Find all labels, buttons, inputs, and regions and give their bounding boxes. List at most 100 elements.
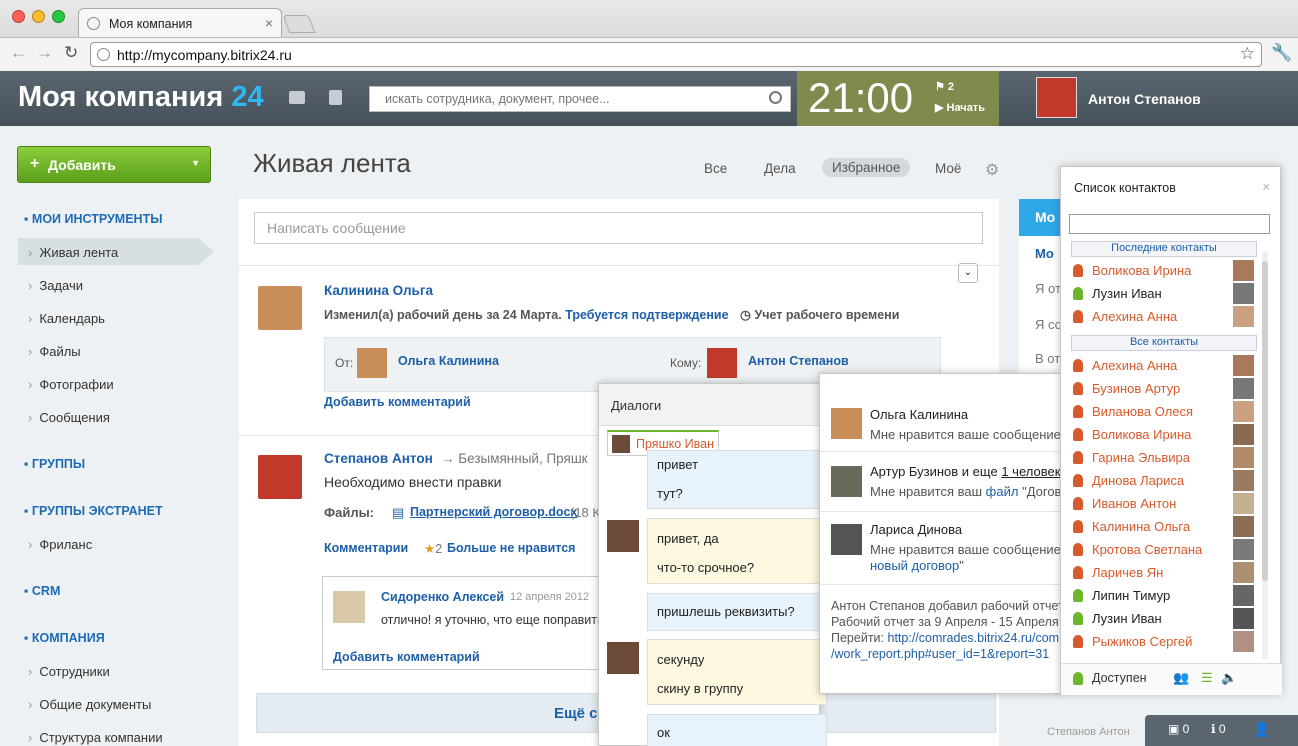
contact-row[interactable]: Гарина Эльвира bbox=[1073, 447, 1268, 469]
user-name[interactable]: Антон Степанов bbox=[1088, 91, 1201, 107]
contact-row[interactable]: Лузин Иван bbox=[1073, 283, 1268, 305]
chevron-down-icon[interactable]: ▼ bbox=[191, 158, 200, 168]
list-icon[interactable]: ☰ bbox=[1201, 670, 1213, 686]
close-tab-icon[interactable]: × bbox=[265, 15, 273, 31]
add-comment-link[interactable]: Добавить комментарий bbox=[333, 650, 480, 664]
search-icon[interactable] bbox=[769, 91, 782, 104]
contact-row[interactable]: Динова Лариса bbox=[1073, 470, 1268, 492]
wrench-icon[interactable]: 🔧 bbox=[1271, 43, 1292, 63]
section-company[interactable]: ▪ КОМПАНИЯ bbox=[24, 631, 105, 645]
status-dropdown[interactable]: Доступен bbox=[1092, 671, 1147, 685]
contact-row[interactable]: Ларичев Ян bbox=[1073, 562, 1268, 584]
status-icon bbox=[1073, 672, 1083, 685]
minimize-window-button[interactable] bbox=[32, 10, 45, 23]
recent-contacts-header[interactable]: Последние контакты bbox=[1071, 241, 1257, 257]
close-icon[interactable]: × bbox=[1262, 179, 1270, 194]
tab-favorites[interactable]: Избранное bbox=[822, 158, 911, 177]
avatar bbox=[607, 520, 639, 552]
contact-name: Алехина Анна bbox=[1092, 309, 1178, 324]
sidebar-item-tasks[interactable]: Задачи bbox=[28, 278, 83, 293]
tab-mine[interactable]: Моё bbox=[935, 161, 961, 176]
status-icon bbox=[1073, 287, 1083, 300]
add-comment-link[interactable]: Добавить комментарий bbox=[324, 395, 471, 409]
tab-all[interactable]: Все bbox=[704, 161, 727, 176]
section-extranet[interactable]: ▪ ГРУППЫ ЭКСТРАНЕТ bbox=[24, 504, 163, 518]
star-icon[interactable]: ☆ bbox=[1240, 44, 1255, 64]
sidebar-item-freelance[interactable]: Фриланс bbox=[28, 537, 92, 552]
section-groups[interactable]: ▪ ГРУППЫ bbox=[24, 457, 85, 471]
work-clock[interactable]: 21:00 ⚑ 2 ▶ Начать bbox=[797, 71, 999, 126]
reload-icon[interactable]: ↻ bbox=[64, 43, 78, 63]
sidebar-item-docs[interactable]: Общие документы bbox=[28, 697, 151, 712]
comments-link[interactable]: Комментарии bbox=[324, 541, 408, 555]
all-contacts-header[interactable]: Все контакты bbox=[1071, 335, 1257, 351]
post-text: Изменил(а) рабочий день за 24 Марта. Тре… bbox=[324, 308, 900, 322]
section-tools[interactable]: ▪ МОИ ИНСТРУМЕНТЫ bbox=[24, 212, 162, 226]
tab-tasks[interactable]: Дела bbox=[764, 161, 796, 176]
contact-search-input[interactable] bbox=[1069, 214, 1270, 234]
post-author[interactable]: Калинина Ольга bbox=[324, 283, 433, 298]
sidebar-item-calendar[interactable]: Календарь bbox=[28, 311, 105, 326]
file-link[interactable]: Партнерский договор.docx bbox=[410, 505, 577, 519]
contact-row[interactable]: Лузин Иван bbox=[1073, 608, 1268, 630]
contact-name: Лузин Иван bbox=[1092, 286, 1162, 301]
contact-name: Иванов Антон bbox=[1092, 496, 1177, 511]
messages-icon[interactable] bbox=[289, 91, 305, 104]
contact-row[interactable]: Бузинов Артур bbox=[1073, 378, 1268, 400]
avatar[interactable] bbox=[258, 455, 302, 499]
contact-row[interactable]: Липин Тимур bbox=[1073, 585, 1268, 607]
confirm-link[interactable]: Требуется подтверждение bbox=[565, 308, 728, 322]
chevron-down-icon[interactable]: ⌄ bbox=[958, 263, 978, 283]
search-box[interactable] bbox=[369, 86, 791, 112]
avatar[interactable] bbox=[258, 286, 302, 330]
browser-toolbar: ← → ↻ http://mycompany.bitrix24.ru ☆ 🔧 bbox=[0, 37, 1298, 70]
sidebar-item-employees[interactable]: Сотрудники bbox=[28, 664, 109, 679]
group-icon[interactable]: 👥 bbox=[1173, 670, 1189, 686]
status-icon bbox=[1073, 612, 1083, 625]
start-button[interactable]: ▶ Начать bbox=[935, 101, 985, 114]
message-bubble: привет тут? bbox=[647, 450, 827, 509]
contact-row[interactable]: Иванов Антон bbox=[1073, 493, 1268, 515]
user-avatar[interactable] bbox=[1036, 77, 1077, 118]
company-logo[interactable]: Моя компания 24 bbox=[18, 81, 264, 114]
post-author[interactable]: Степанов Антон bbox=[324, 451, 433, 466]
contact-row[interactable]: Виланова Олеся bbox=[1073, 401, 1268, 423]
contact-list: Список контактов × Последние контакты Вс… bbox=[1060, 166, 1282, 695]
sidebar-item-structure[interactable]: Структура компании bbox=[28, 730, 162, 745]
status-icon bbox=[1073, 428, 1083, 441]
forward-icon[interactable]: → bbox=[36, 43, 53, 63]
sound-icon[interactable]: 🔈 bbox=[1221, 670, 1237, 686]
contact-row[interactable]: Воликова Ирина bbox=[1073, 424, 1268, 446]
sidebar-item-feed[interactable]: Живая лента bbox=[28, 245, 118, 260]
unlike-link[interactable]: Больше не нравится bbox=[447, 541, 575, 555]
contact-row[interactable]: Алехина Анна bbox=[1073, 306, 1268, 328]
sidebar-item-files[interactable]: Файлы bbox=[28, 344, 80, 359]
notifications-icon[interactable] bbox=[329, 90, 342, 105]
chat-icon[interactable]: ▣ 0 bbox=[1168, 722, 1189, 736]
message-input[interactable]: Написать сообщение bbox=[254, 212, 983, 244]
browser-tab[interactable]: Моя компания × bbox=[78, 8, 282, 37]
contact-row[interactable]: Кротова Светлана bbox=[1073, 539, 1268, 561]
add-button[interactable]: + Добавить ▼ bbox=[17, 146, 211, 183]
new-tab-button[interactable] bbox=[282, 15, 316, 33]
sidebar-item-photos[interactable]: Фотографии bbox=[28, 377, 113, 392]
avatar bbox=[1233, 260, 1254, 281]
gear-icon[interactable]: ⚙ bbox=[985, 160, 999, 180]
contact-name: Бузинов Артур bbox=[1092, 381, 1181, 396]
section-crm[interactable]: ▪ CRM bbox=[24, 584, 60, 598]
doc-icon: ▤ bbox=[392, 505, 405, 520]
contact-row[interactable]: Калинина Ольга bbox=[1073, 516, 1268, 538]
contact-row[interactable]: Воликова Ирина bbox=[1073, 260, 1268, 282]
address-bar[interactable]: http://mycompany.bitrix24.ru ☆ bbox=[90, 42, 1262, 67]
footer-signature: Степанов Антон bbox=[1047, 726, 1130, 738]
maximize-window-button[interactable] bbox=[52, 10, 65, 23]
back-icon[interactable]: ← bbox=[10, 43, 27, 63]
info-icon[interactable]: ℹ 0 bbox=[1211, 722, 1226, 736]
search-input[interactable] bbox=[385, 92, 755, 106]
avatar bbox=[607, 642, 639, 674]
close-window-button[interactable] bbox=[12, 10, 25, 23]
sidebar-item-messages[interactable]: Сообщения bbox=[28, 410, 110, 425]
contact-row[interactable]: Рыжиков Сергей bbox=[1073, 631, 1268, 653]
contact-row[interactable]: Алехина Анна bbox=[1073, 355, 1268, 377]
contacts-icon[interactable]: 👤 bbox=[1253, 721, 1270, 738]
